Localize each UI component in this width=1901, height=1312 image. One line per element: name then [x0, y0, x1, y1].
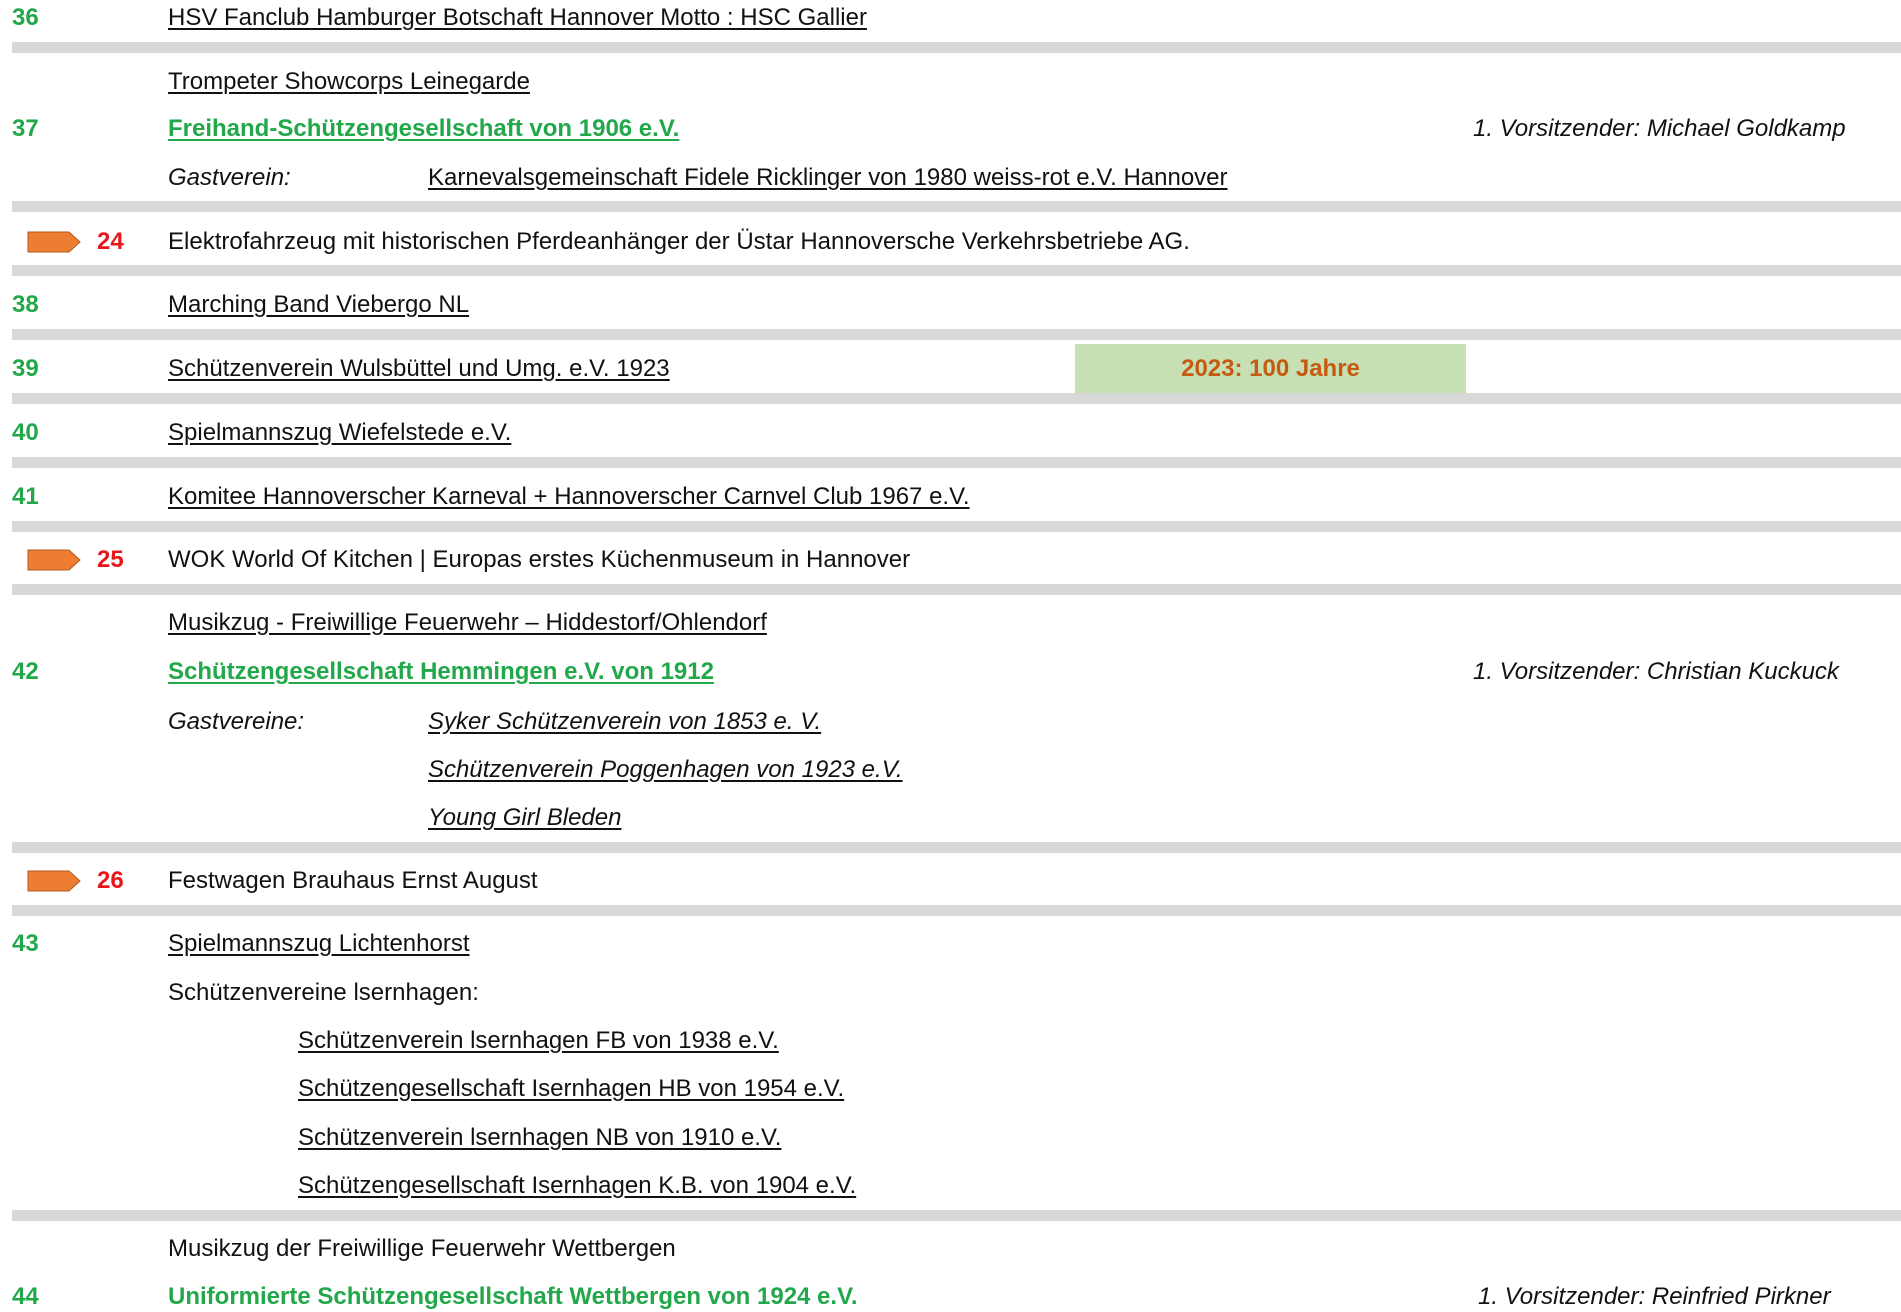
club-link[interactable]: Schützengesellschaft Hemmingen e.V. von …: [168, 657, 714, 687]
chairman-text: 1. Vorsitzender: Reinfried Pirkner: [1478, 1283, 1831, 1310]
separator: [12, 329, 1901, 340]
separator: [12, 521, 1901, 532]
guest-link[interactable]: Syker Schützenverein von 1853 e. V.: [428, 707, 821, 737]
entry-number: 36: [12, 4, 39, 31]
guest-link[interactable]: Schützenverein Poggenhagen von 1923 e.V.: [428, 755, 903, 785]
chairman-text: 1. Vorsitzender: Michael Goldkamp: [1473, 115, 1846, 142]
arrow-right-shape-icon: [27, 549, 81, 571]
group-label: Schützenvereine lsernhagen:: [168, 979, 479, 1006]
guest-label: Gastverein:: [168, 164, 291, 191]
club-link[interactable]: Schützenverein lsernhagen NB von 1910 e.…: [298, 1123, 781, 1153]
entry-link[interactable]: Marching Band Viebergo NL: [168, 290, 469, 320]
arrow-right-shape-icon: [27, 231, 81, 253]
separator: [12, 1210, 1901, 1221]
wagon-text: Festwagen Brauhaus Ernst August: [168, 867, 538, 894]
entry-link[interactable]: Musikzug - Freiwillige Feuerwehr – Hidde…: [168, 608, 767, 638]
separator: [12, 393, 1901, 404]
wagon-number: 25: [97, 546, 124, 573]
entry-link[interactable]: Trompeter Showcorps Leinegarde: [168, 67, 530, 97]
club-link[interactable]: Schützengesellschaft Isernhagen HB von 1…: [298, 1074, 844, 1104]
entry-link[interactable]: Spielmannszug Lichtenhorst: [168, 929, 470, 959]
chairman-text: 1. Vorsitzender: Christian Kuckuck: [1473, 658, 1839, 685]
wagon-text: Elektrofahrzeug mit historischen Pferdea…: [168, 228, 1190, 255]
entry-number: 40: [12, 419, 39, 446]
separator: [12, 584, 1901, 595]
separator: [12, 842, 1901, 853]
entry-number: 37: [12, 115, 39, 142]
entry-number: 39: [12, 355, 39, 382]
guest-label: Gastvereine:: [168, 708, 305, 735]
entry-number: 42: [12, 658, 39, 685]
guest-link[interactable]: Young Girl Bleden: [428, 803, 621, 833]
wagon-text: WOK World Of Kitchen | Europas erstes Kü…: [168, 546, 911, 573]
arrow-right-shape-icon: [27, 870, 81, 892]
entry-link[interactable]: Komitee Hannoverscher Karneval + Hannove…: [168, 482, 970, 512]
wagon-number: 26: [97, 867, 124, 894]
club-link[interactable]: Freihand-Schützengesellschaft von 1906 e…: [168, 114, 679, 144]
wagon-number: 24: [97, 228, 124, 255]
separator: [12, 905, 1901, 916]
separator: [12, 265, 1901, 276]
entry-link[interactable]: HSV Fanclub Hamburger Botschaft Hannover…: [168, 3, 867, 33]
separator: [12, 457, 1901, 468]
band-text: Musikzug der Freiwillige Feuerwehr Wettb…: [168, 1235, 676, 1262]
separator: [12, 201, 1901, 212]
entry-number: 38: [12, 291, 39, 318]
club-name: Uniformierte Schützengesellschaft Wettbe…: [168, 1283, 858, 1310]
entry-link[interactable]: Spielmannszug Wiefelstede e.V.: [168, 418, 511, 448]
entry-number: 44: [12, 1283, 39, 1310]
anniversary-badge: 2023: 100 Jahre: [1075, 344, 1466, 393]
guest-link[interactable]: Karnevalsgemeinschaft Fidele Ricklinger …: [428, 163, 1228, 193]
entry-link[interactable]: Schützenverein Wulsbüttel und Umg. e.V. …: [168, 354, 670, 384]
separator: [12, 42, 1901, 53]
entry-number: 43: [12, 930, 39, 957]
club-link[interactable]: Schützenverein lsernhagen FB von 1938 e.…: [298, 1026, 779, 1056]
club-link[interactable]: Schützengesellschaft Isernhagen K.B. von…: [298, 1171, 856, 1201]
entry-number: 41: [12, 483, 39, 510]
